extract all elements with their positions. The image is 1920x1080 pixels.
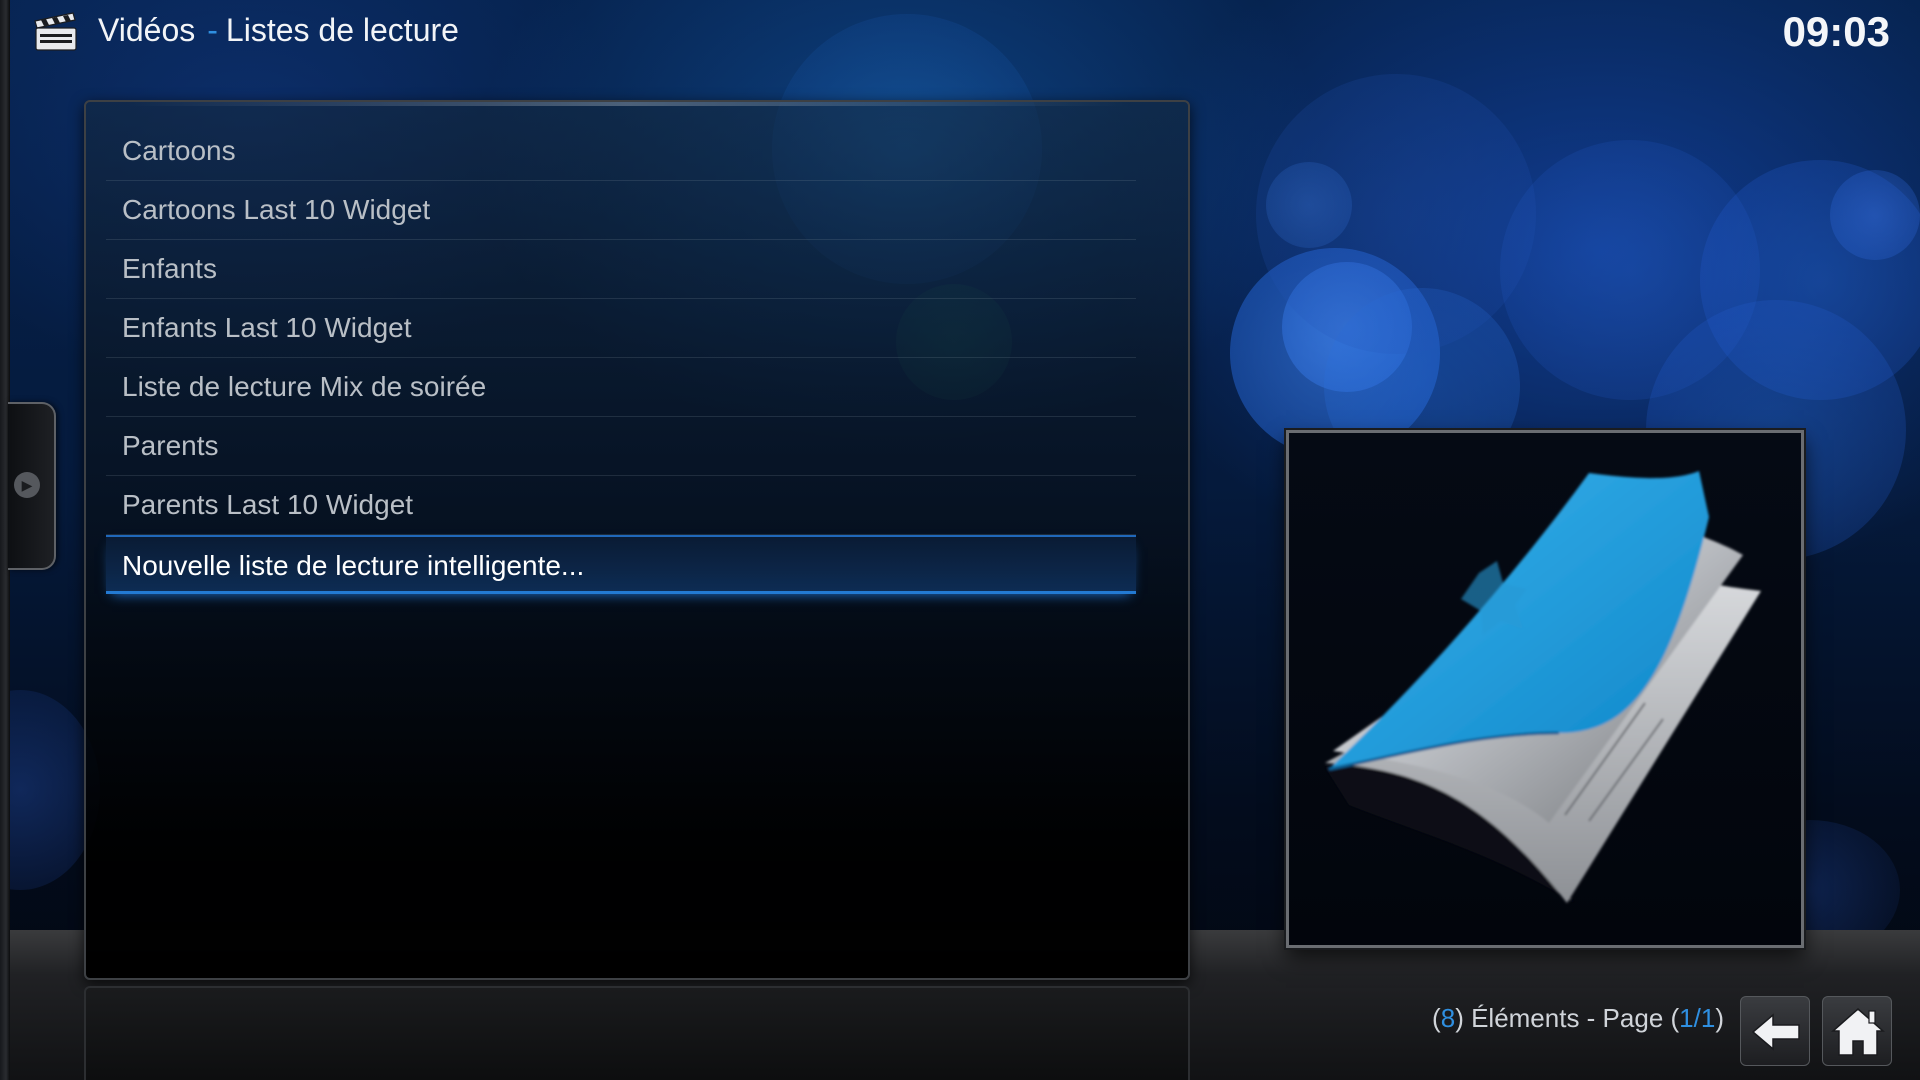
header-bar: Vidéos - Listes de lecture 09:03 bbox=[0, 0, 1920, 64]
breadcrumb-section: Vidéos bbox=[98, 12, 196, 48]
list-item[interactable]: Liste de lecture Mix de soirée bbox=[106, 358, 1136, 417]
smart-playlist-book-icon bbox=[1325, 471, 1761, 903]
page-indicator: 1/1 bbox=[1679, 1003, 1716, 1033]
home-button[interactable] bbox=[1822, 996, 1892, 1066]
list-panel-reflection bbox=[84, 986, 1190, 1080]
list-item[interactable]: Enfants bbox=[106, 240, 1136, 299]
playlist-list-panel: Cartoons Cartoons Last 10 Widget Enfants… bbox=[84, 100, 1190, 980]
clock: 09:03 bbox=[1782, 8, 1890, 55]
background-bokeh bbox=[1500, 140, 1760, 400]
footer-text: ( bbox=[1432, 1003, 1441, 1033]
thumbnail-frame bbox=[1286, 430, 1804, 948]
panel-highlight bbox=[126, 102, 1126, 106]
clapperboard-icon bbox=[34, 12, 77, 51]
background-bokeh bbox=[1700, 160, 1920, 400]
background-bokeh bbox=[1230, 248, 1440, 458]
list-item[interactable]: Parents bbox=[106, 417, 1136, 476]
list-item[interactable]: Cartoons Last 10 Widget bbox=[106, 181, 1136, 240]
back-button[interactable] bbox=[1740, 996, 1810, 1066]
list-item[interactable]: Cartoons bbox=[106, 122, 1136, 181]
background-bokeh bbox=[1830, 170, 1920, 260]
home-icon bbox=[1831, 1008, 1885, 1056]
breadcrumb-subsection: Listes de lecture bbox=[225, 12, 459, 48]
list-item-selected[interactable]: Nouvelle liste de lecture intelligente..… bbox=[106, 535, 1136, 594]
breadcrumb-separator: - bbox=[207, 12, 218, 48]
background-bokeh bbox=[1266, 162, 1352, 248]
kodi-window: ▶ Vidéos - Listes de lecture 09:03 Cartoon… bbox=[0, 0, 1920, 1080]
playlist-list: Cartoons Cartoons Last 10 Widget Enfants… bbox=[106, 122, 1136, 594]
list-item[interactable]: Parents Last 10 Widget bbox=[106, 476, 1136, 535]
item-count: 8 bbox=[1440, 1003, 1456, 1033]
item-count-info: (8) Éléments - Page (1/1) bbox=[1432, 1003, 1724, 1034]
background-bokeh bbox=[1282, 262, 1412, 392]
back-arrow-icon bbox=[1751, 1013, 1800, 1051]
chevron-right-icon: ▶ bbox=[14, 472, 40, 498]
breadcrumb: Vidéos - Listes de lecture bbox=[98, 12, 459, 49]
background-bokeh bbox=[1256, 74, 1536, 354]
side-menu-tab[interactable]: ▶ bbox=[8, 402, 56, 570]
list-item[interactable]: Enfants Last 10 Widget bbox=[106, 299, 1136, 358]
footer-text: ) bbox=[1715, 1003, 1724, 1033]
footer-text: ) Éléments - Page ( bbox=[1455, 1003, 1680, 1033]
